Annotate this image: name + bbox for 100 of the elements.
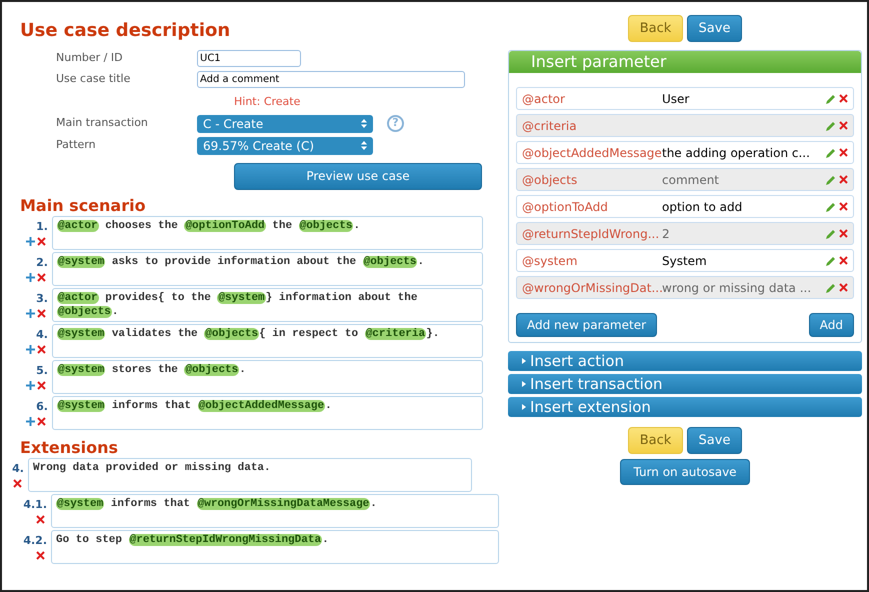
delete-icon[interactable] [13, 479, 22, 488]
caret-icon [522, 404, 526, 410]
accordion-header[interactable]: Insert transaction [508, 374, 862, 394]
delete-icon[interactable] [36, 515, 45, 524]
pencil-icon[interactable] [825, 228, 837, 240]
text-field[interactable]: Add a comment [197, 71, 465, 88]
step-box[interactable]: Go to step @returnStepIdWrongMissingData. [51, 530, 499, 564]
plus-icon[interactable] [26, 345, 35, 354]
parameter-name: @returnStepIdWrong... [522, 226, 660, 242]
step-number: 1. [36, 218, 48, 234]
step-number: 3. [36, 290, 48, 306]
delete-icon[interactable] [37, 237, 46, 246]
save-button[interactable]: Save [687, 427, 742, 454]
step-box[interactable]: @actor provides{ to the @system} information about the @objects. [52, 288, 483, 322]
autosave-button[interactable]: Turn on autosave [620, 459, 750, 485]
pencil-icon[interactable] [825, 92, 837, 104]
accordion-header[interactable]: Insert extension [508, 397, 862, 417]
step-number: 2. [36, 254, 48, 270]
step-text[interactable]: @actor chooses the @optionToAdd the @objects. [57, 218, 478, 232]
step-text[interactable]: @system stores the @objects. [57, 362, 478, 376]
back-button[interactable]: Back [628, 15, 683, 42]
step-number: 6. [36, 398, 48, 414]
panel-header: Insert parameter [509, 51, 861, 73]
parameter-row[interactable]: @objects comment [516, 168, 854, 191]
section-title: Extensions [20, 438, 120, 458]
step-text[interactable]: @system validates the @objects{ in respect to @criteria}. [57, 326, 478, 340]
delete-icon[interactable] [839, 202, 848, 211]
step-number: 5. [36, 362, 48, 378]
parameter-row[interactable]: @criteria [516, 114, 854, 137]
text-field[interactable]: UC1 [197, 50, 301, 67]
parameter-name: @wrongOrMissingDat... [522, 280, 662, 296]
delete-icon[interactable] [839, 175, 848, 184]
add-new-parameter-button[interactable]: Add new parameter [516, 313, 658, 337]
field-label: Number / ID [55, 50, 124, 66]
pencil-icon[interactable] [825, 120, 837, 132]
hint-text: Hint: Create [234, 94, 302, 110]
delete-icon[interactable] [37, 273, 46, 282]
plus-icon[interactable] [26, 381, 35, 390]
pencil-icon[interactable] [825, 146, 837, 158]
parameter-row[interactable]: @returnStepIdWrong... 2 [516, 222, 854, 245]
caret-icon [522, 358, 526, 364]
delete-icon[interactable] [37, 309, 46, 318]
delete-icon[interactable] [839, 229, 848, 238]
step-text[interactable]: Wrong data provided or missing data. [33, 460, 467, 474]
pencil-icon[interactable] [825, 200, 837, 212]
add-button[interactable]: Add [808, 313, 854, 337]
parameter-row[interactable]: @optionToAdd option to add [516, 195, 854, 218]
parameter-row[interactable]: @objectAddedMessagethe adding operation c... [516, 141, 854, 164]
plus-icon[interactable] [26, 237, 35, 246]
step-number: 4.2. [23, 532, 47, 548]
delete-icon[interactable] [36, 551, 45, 560]
step-box[interactable]: @system stores the @objects. [52, 360, 483, 394]
parameter-row[interactable]: @actor User [516, 87, 854, 110]
step-box[interactable]: @system informs that @wrongOrMissingDataMessage. [51, 494, 499, 528]
step-text[interactable]: @system informs that @wrongOrMissingDataMessage. [56, 496, 494, 510]
delete-icon[interactable] [839, 94, 848, 103]
sort-arrows-icon [361, 141, 367, 150]
delete-icon[interactable] [839, 256, 848, 265]
dropdown[interactable]: 69.57% Create (C) [197, 136, 373, 154]
delete-icon[interactable] [839, 148, 848, 157]
dropdown[interactable]: C - Create [197, 114, 373, 132]
parameter-name: @objects [522, 172, 578, 188]
step-box[interactable]: @system validates the @objects{ in respect to @criteria}. [52, 324, 483, 358]
save-button[interactable]: Save [687, 15, 742, 42]
delete-icon[interactable] [37, 345, 46, 354]
step-number: 4. [12, 460, 24, 476]
field-label: Main transaction [55, 115, 149, 132]
plus-icon[interactable] [26, 417, 35, 426]
step-text[interactable]: Go to step @returnStepIdWrongMissingData. [56, 532, 494, 546]
back-button[interactable]: Back [628, 427, 683, 454]
parameter-value: wrong or missing data ... [662, 280, 812, 296]
step-text[interactable]: @actor provides{ to the @system} information about the @objects. [57, 290, 478, 318]
pencil-icon[interactable] [825, 282, 837, 294]
delete-icon[interactable] [37, 381, 46, 390]
section-title: Main scenario [20, 196, 147, 216]
step-box[interactable]: @system asks to provide information about the @objects. [52, 252, 483, 286]
pencil-icon[interactable] [825, 174, 837, 186]
page-title: Use case description [20, 20, 232, 42]
parameter-name: @system [522, 252, 578, 270]
plus-icon[interactable] [26, 309, 35, 318]
parameter-name: @actor [522, 90, 566, 108]
parameter-row[interactable]: @wrongOrMissingDat...wrong or missing data ... [516, 276, 854, 299]
plus-icon[interactable] [26, 273, 35, 282]
parameter-value: 2 [662, 226, 670, 242]
step-box[interactable]: @actor chooses the @optionToAdd the @objects. [52, 216, 483, 250]
parameter-name: @optionToAdd [522, 198, 609, 216]
step-text[interactable]: @system asks to provide information about the @objects. [57, 254, 478, 268]
accordion-header[interactable]: Insert action [508, 351, 862, 371]
delete-icon[interactable] [37, 417, 46, 426]
preview-button[interactable]: Preview use case [234, 162, 482, 190]
delete-icon[interactable] [839, 283, 848, 292]
step-box[interactable]: Wrong data provided or missing data. [28, 458, 472, 492]
step-text[interactable]: @system informs that @objectAddedMessage. [57, 398, 478, 412]
delete-icon[interactable] [839, 121, 848, 130]
parameter-row[interactable]: @system System [516, 249, 854, 272]
step-number: 4.1. [23, 496, 47, 512]
field-label: Pattern [55, 137, 97, 154]
step-box[interactable]: @system informs that @objectAddedMessage. [52, 396, 483, 430]
parameter-value: comment [662, 172, 720, 188]
pencil-icon[interactable] [825, 254, 837, 266]
